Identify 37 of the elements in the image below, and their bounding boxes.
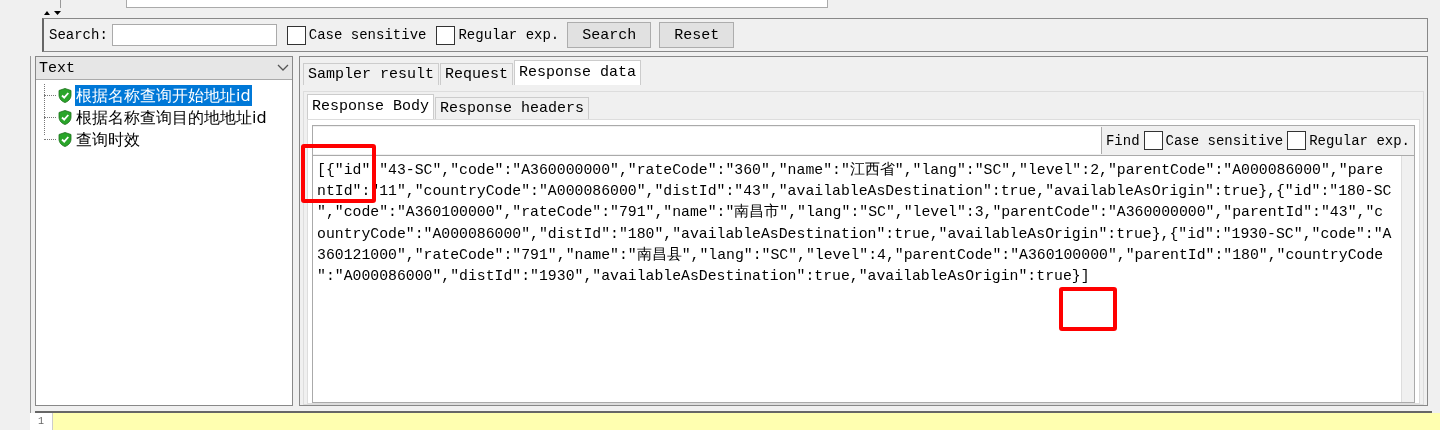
checkbox[interactable] [1287, 131, 1307, 150]
tab[interactable]: Response data [514, 60, 642, 85]
checkbox-label: Regular exp. [1309, 132, 1410, 149]
tab[interactable]: Response headers [435, 97, 590, 119]
shield-check-icon [58, 131, 72, 147]
highlight-rectangle [1059, 287, 1117, 331]
text-field[interactable] [126, 0, 828, 8]
response-text-line: ountryCode":"A000086000","distId":"180","availableAsDestination":true,"availableAsOrigin":true},{"id":"1930-SC","code":"A [317, 224, 1392, 244]
response-text-line: ","code":"A360100000","rateCode":"791","name":"南昌市","lang":"SC","level":3,"parentCode":"A360000000","parentId":"43","c [317, 202, 1384, 223]
scrollbar[interactable] [1401, 156, 1414, 402]
shield-check-icon [58, 109, 72, 125]
checkbox[interactable] [1143, 131, 1163, 150]
response-text-line: ":"A000086000","distId":"1930","availableAsDestination":true,"availableAsOrigin":true}] [317, 267, 1090, 286]
splitter-arrows-icon[interactable] [42, 8, 62, 16]
line-number: 1 [30, 413, 53, 430]
search-field[interactable] [111, 24, 277, 46]
chevron-icon [277, 64, 289, 72]
tab[interactable]: Response Body [307, 94, 435, 119]
find-label: Find [1105, 132, 1140, 149]
renderer-dropdown[interactable]: Text [36, 57, 292, 80]
checkbox[interactable] [286, 25, 306, 45]
tree-item[interactable]: 根据名称查询目的地地址id [75, 106, 268, 128]
checkbox-label: Regular exp. [458, 27, 560, 43]
shield-check-icon [58, 87, 72, 103]
tab[interactable]: Sampler result [303, 63, 440, 85]
tree-item[interactable]: 根据名称查询开始地址id [75, 84, 252, 106]
reset-button[interactable]: Reset [659, 22, 735, 48]
search-label: Search: [49, 27, 108, 43]
tab[interactable]: Request [440, 63, 514, 85]
editor-field[interactable] [53, 413, 1440, 430]
checkbox-label: Case sensitive [1165, 132, 1284, 149]
find-field[interactable] [313, 127, 1102, 154]
tree-item[interactable]: 查询时效 [75, 128, 141, 150]
search-button[interactable]: Search [567, 22, 652, 48]
checkbox-label: Case sensitive [308, 27, 427, 43]
checkbox[interactable] [436, 25, 456, 45]
response-text-line: 360121000","rateCode":"791","name":"南昌县","lang":"SC","level":4,"parentCode":"A360100000","parentId":"180","countryCode [317, 245, 1384, 265]
